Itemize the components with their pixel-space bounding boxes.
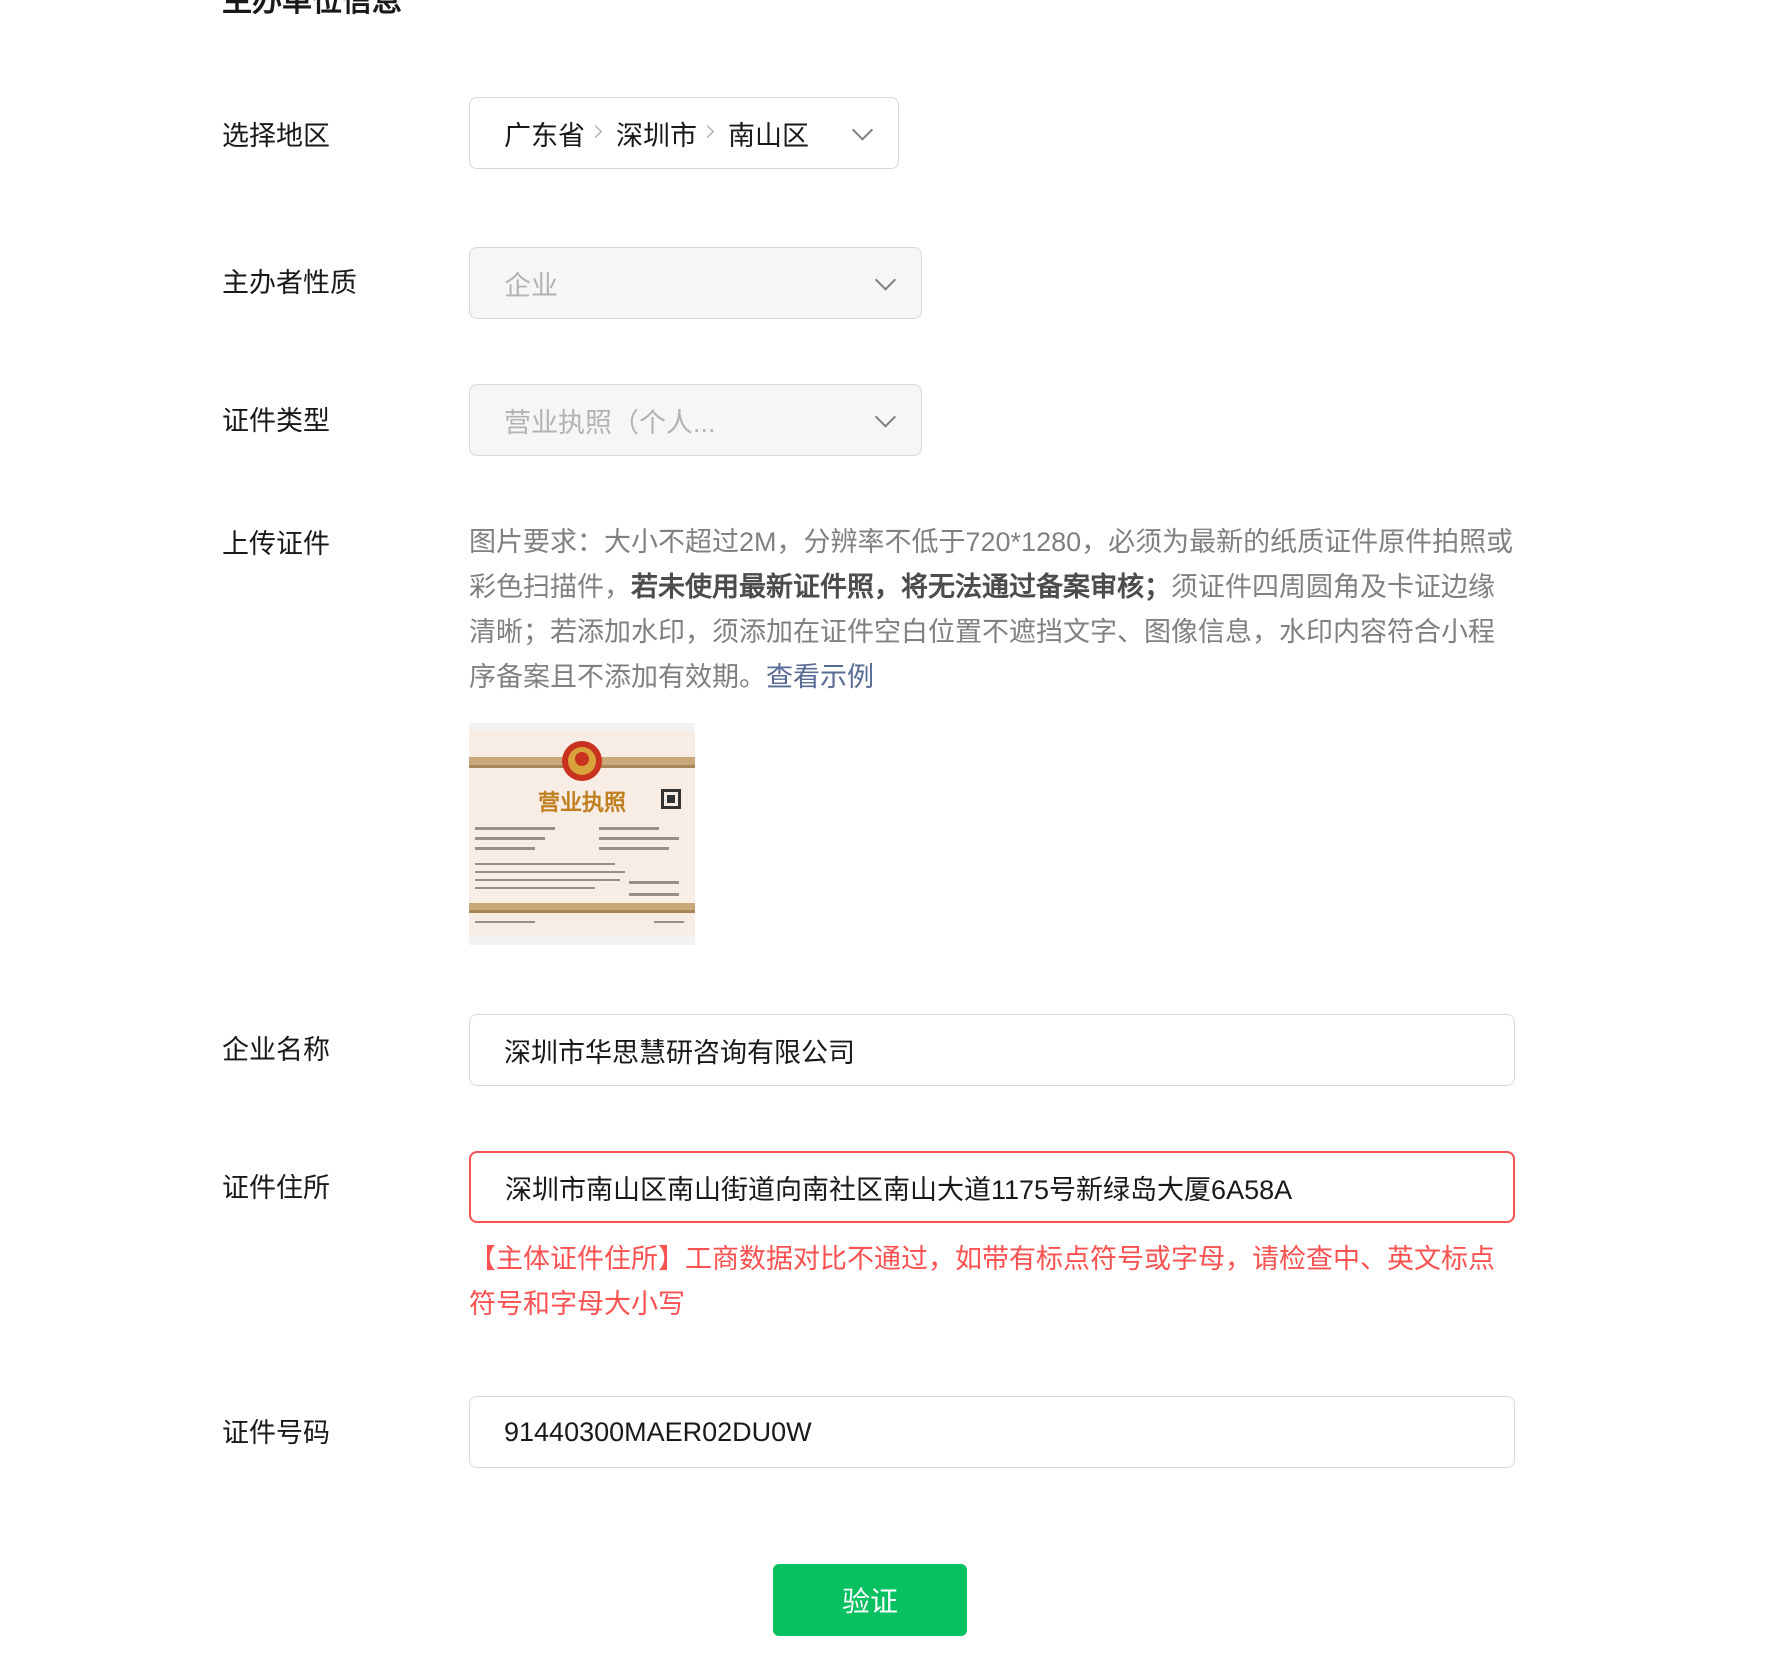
cert-type-value: 营业执照（个人... xyxy=(504,407,716,438)
region-city: 深圳市 xyxy=(616,120,697,151)
section-title: 主办单位信息 xyxy=(222,0,402,18)
organizer-type-select[interactable]: 企业 xyxy=(469,247,922,319)
chevron-down-icon xyxy=(851,119,874,141)
license-title: 营业执照 xyxy=(538,791,626,816)
upload-desc-warning: 若未使用最新证件照，将无法通过备案审核； xyxy=(631,572,1171,602)
company-name-label: 企业名称 xyxy=(222,1035,330,1065)
cert-number-label: 证件号码 xyxy=(222,1418,330,1448)
view-example-link[interactable]: 查看示例 xyxy=(766,662,874,692)
company-name-value: 深圳市华思慧研咨询有限公司 xyxy=(504,1037,855,1068)
cert-number-input[interactable]: 91440300MAER02DU0W xyxy=(469,1396,1515,1468)
region-province: 广东省 xyxy=(504,120,585,151)
cert-address-error: 【主体证件住所】工商数据对比不通过，如带有标点符号或字母，请检查中、英文标点符号… xyxy=(469,1244,1495,1319)
region-district: 南山区 xyxy=(728,120,809,151)
chevron-right-icon xyxy=(589,124,602,138)
chevron-down-icon xyxy=(874,406,897,428)
cert-number-value: 91440300MAER02DU0W xyxy=(504,1416,812,1447)
cert-type-select[interactable]: 营业执照（个人... xyxy=(469,384,922,456)
chevron-down-icon xyxy=(874,269,897,291)
verify-button[interactable]: 验证 xyxy=(773,1564,967,1636)
upload-label: 上传证件 xyxy=(222,529,330,559)
chevron-right-icon xyxy=(701,124,714,138)
license-thumbnail[interactable]: 营业执照 xyxy=(469,723,695,945)
cert-type-label: 证件类型 xyxy=(222,406,330,436)
cert-address-input[interactable]: 深圳市南山区南山街道向南社区南山大道1175号新绿岛大厦6A58A xyxy=(469,1151,1515,1223)
cert-address-value: 深圳市南山区南山街道向南社区南山大道1175号新绿岛大厦6A58A xyxy=(505,1174,1293,1205)
upload-requirements: 图片要求：大小不超过2M，分辨率不低于720*1280，必须为最新的纸质证件原件… xyxy=(469,520,1514,700)
organizer-type-label: 主办者性质 xyxy=(222,268,357,298)
company-name-input[interactable]: 深圳市华思慧研咨询有限公司 xyxy=(469,1014,1515,1086)
cert-address-label: 证件住所 xyxy=(222,1173,330,1203)
region-picker[interactable]: 广东省 深圳市 南山区 xyxy=(469,97,899,169)
region-label: 选择地区 xyxy=(222,121,330,151)
business-license-image: 营业执照 xyxy=(469,723,695,945)
organizer-type-value: 企业 xyxy=(504,270,558,301)
